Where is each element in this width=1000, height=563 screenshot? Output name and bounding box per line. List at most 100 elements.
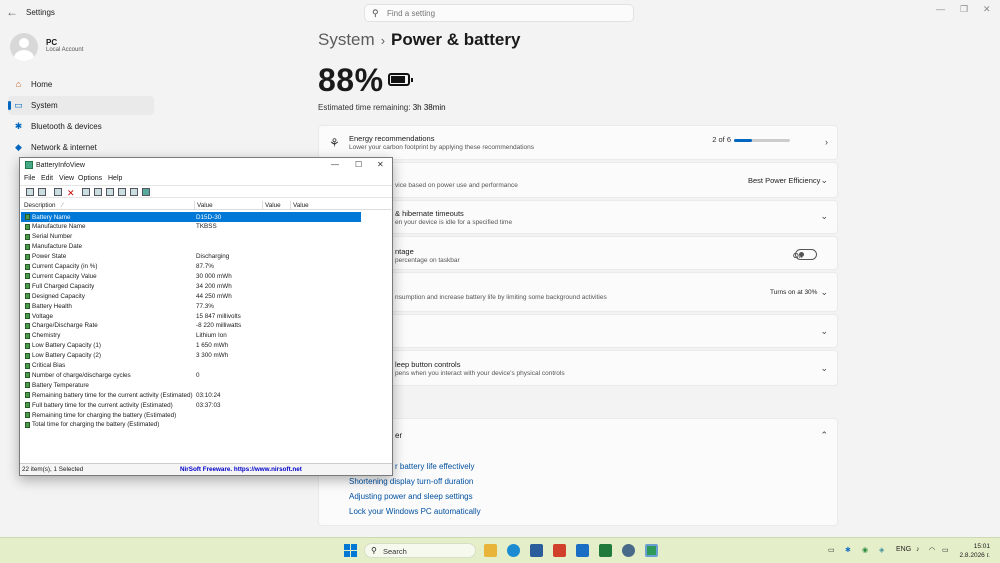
table-row[interactable]: Low Battery Capacity (1) 1 650 mWh: [21, 341, 361, 351]
column-divider[interactable]: [290, 201, 291, 210]
battery-row-icon: [25, 303, 30, 310]
table-row[interactable]: Power State Discharging: [21, 252, 361, 262]
table-row[interactable]: Full battery time for the current activi…: [21, 400, 361, 410]
bluetooth-tray-icon[interactable]: ✱: [845, 546, 851, 554]
collapsed-card[interactable]: ⌄: [318, 314, 838, 348]
power-mode-card[interactable]: vice based on power use and performance …: [318, 162, 838, 198]
table-row[interactable]: Low Battery Capacity (2) 3 300 mWh: [21, 351, 361, 361]
table-row[interactable]: Battery Temperature: [21, 380, 361, 390]
table-row[interactable]: Current Capacity Value 30 000 mWh: [21, 271, 361, 281]
delete-icon[interactable]: ✕: [66, 188, 75, 198]
nav-item-network[interactable]: ◆ Network & internet: [8, 138, 154, 157]
minimize-icon[interactable]: —: [331, 160, 339, 169]
refresh-icon[interactable]: [118, 188, 126, 196]
edge-icon[interactable]: [507, 544, 520, 557]
table-row[interactable]: Manufacture Name TKBSS: [21, 222, 361, 232]
menu-options[interactable]: Options: [78, 175, 102, 182]
avatar[interactable]: [10, 33, 38, 61]
table-row[interactable]: Charge/Discharge Rate -8 220 milliwatts: [21, 321, 361, 331]
table-row[interactable]: Chemistry Lithium Ion: [21, 331, 361, 341]
battery-log-icon[interactable]: [54, 188, 62, 196]
column-divider[interactable]: [262, 201, 263, 210]
energy-saver-value: Turns on at 30%: [770, 289, 818, 296]
help-link-battery-life[interactable]: r battery life effectively: [395, 462, 474, 471]
volume-tray-icon[interactable]: ♪: [916, 546, 920, 553]
table-row[interactable]: Remaining time for charging the battery …: [21, 410, 361, 420]
exit-icon[interactable]: [142, 188, 150, 196]
properties-icon[interactable]: [26, 188, 34, 196]
column-divider[interactable]: [194, 201, 195, 210]
office-icon[interactable]: [553, 544, 566, 557]
close-icon[interactable]: ✕: [983, 4, 991, 15]
tray-app-icon-2[interactable]: ◈: [879, 546, 884, 554]
save-icon[interactable]: [82, 188, 90, 196]
battery-percentage-toggle[interactable]: [795, 249, 817, 260]
column-value-1[interactable]: Value: [197, 202, 213, 209]
breadcrumb-parent[interactable]: System: [318, 30, 375, 49]
table-row[interactable]: Voltage 15 847 millivolts: [21, 311, 361, 321]
menu-file[interactable]: File: [24, 175, 35, 182]
table-row[interactable]: Battery Name D15D-30: [21, 212, 361, 222]
tray-window-icon[interactable]: ▭: [828, 546, 835, 554]
nirsoft-link[interactable]: NirSoft Freeware. https://www.nirsoft.ne…: [180, 466, 302, 473]
help-link-display-turnoff[interactable]: Shortening display turn-off duration: [349, 477, 473, 486]
clock[interactable]: 15:01 2.8.2026 г.: [960, 542, 991, 560]
batteryinfoview-taskbar-icon[interactable]: [645, 544, 658, 557]
help-link-power-sleep[interactable]: Adjusting power and sleep settings: [349, 492, 473, 501]
language-indicator[interactable]: ENG: [896, 546, 911, 553]
table-row[interactable]: Critical Bias: [21, 361, 361, 371]
table-row[interactable]: Number of charge/discharge cycles 0: [21, 370, 361, 380]
table-row[interactable]: Designed Capacity 44 250 mWh: [21, 291, 361, 301]
menu-view[interactable]: View: [59, 175, 74, 182]
copy-icon[interactable]: [94, 188, 102, 196]
table-row[interactable]: Battery Health 77.3%: [21, 301, 361, 311]
store-icon[interactable]: [530, 544, 543, 557]
table-row[interactable]: Current Capacity (in %) 87.7%: [21, 262, 361, 272]
table-row[interactable]: Manufacture Date: [21, 242, 361, 252]
list-icon[interactable]: [38, 188, 46, 196]
column-description[interactable]: Description: [24, 202, 56, 209]
menu-help[interactable]: Help: [108, 175, 122, 182]
tray-app-icon[interactable]: ◉: [862, 546, 868, 554]
file-explorer-icon[interactable]: [484, 544, 497, 557]
energy-saver-card[interactable]: nsumption and increase battery life by l…: [318, 272, 838, 312]
nav-label: Bluetooth & devices: [31, 122, 102, 131]
find-icon[interactable]: [130, 188, 138, 196]
maximize-icon[interactable]: ☐: [355, 160, 362, 169]
battery-percentage-card: ntage percentage on taskbar Off: [318, 236, 838, 270]
row-value: 03:37:03: [196, 401, 221, 409]
search-input[interactable]: [387, 7, 627, 19]
close-icon[interactable]: ✕: [377, 160, 384, 169]
minimize-icon[interactable]: —: [936, 4, 945, 14]
maximize-icon[interactable]: ❐: [960, 4, 968, 15]
nav-item-system[interactable]: ▭ System: [8, 96, 154, 115]
html-report-icon[interactable]: [106, 188, 114, 196]
chevron-down-icon: ⌄: [820, 287, 828, 297]
table-row[interactable]: Total time for charging the battery (Est…: [21, 420, 361, 430]
battery-tray-icon[interactable]: ▭: [942, 546, 949, 554]
nav-item-home[interactable]: ⌂ Home: [8, 75, 154, 94]
nav-item-bluetooth[interactable]: ✱ Bluetooth & devices: [8, 117, 154, 136]
back-arrow-icon[interactable]: ←: [6, 5, 18, 19]
table-row[interactable]: Serial Number: [21, 232, 361, 242]
column-value-3[interactable]: Value: [293, 202, 309, 209]
energy-recommendations-card[interactable]: ⚘ Energy recommendations Lower your carb…: [318, 125, 838, 160]
taskbar-search[interactable]: ⚲ Search: [364, 543, 476, 558]
table-row[interactable]: Full Charged Capacity 34 200 mWh: [21, 281, 361, 291]
help-link-lock-pc[interactable]: Lock your Windows PC automatically: [349, 507, 481, 516]
chevron-up-icon[interactable]: ⌃: [820, 430, 828, 441]
menu-edit[interactable]: Edit: [41, 175, 53, 182]
settings-gear-icon[interactable]: [622, 544, 635, 557]
settings-search[interactable]: ⚲: [364, 4, 634, 22]
column-value-2[interactable]: Value: [265, 202, 281, 209]
wifi-icon[interactable]: ◠: [929, 546, 935, 554]
row-description: Remaining time for charging the battery …: [32, 411, 177, 419]
outlook-icon[interactable]: [576, 544, 589, 557]
power-mode-select[interactable]: Best Power Efficiency: [748, 176, 820, 185]
table-row[interactable]: Remaining battery time for the current a…: [21, 390, 361, 400]
excel-icon[interactable]: [599, 544, 612, 557]
start-button[interactable]: [344, 544, 357, 557]
row-description: Full battery time for the current activi…: [32, 401, 173, 409]
lid-power-button-card[interactable]: leep button controls pens when you inter…: [318, 350, 838, 386]
screen-sleep-timeouts-card[interactable]: & hibernate timeouts en your device is i…: [318, 200, 838, 234]
